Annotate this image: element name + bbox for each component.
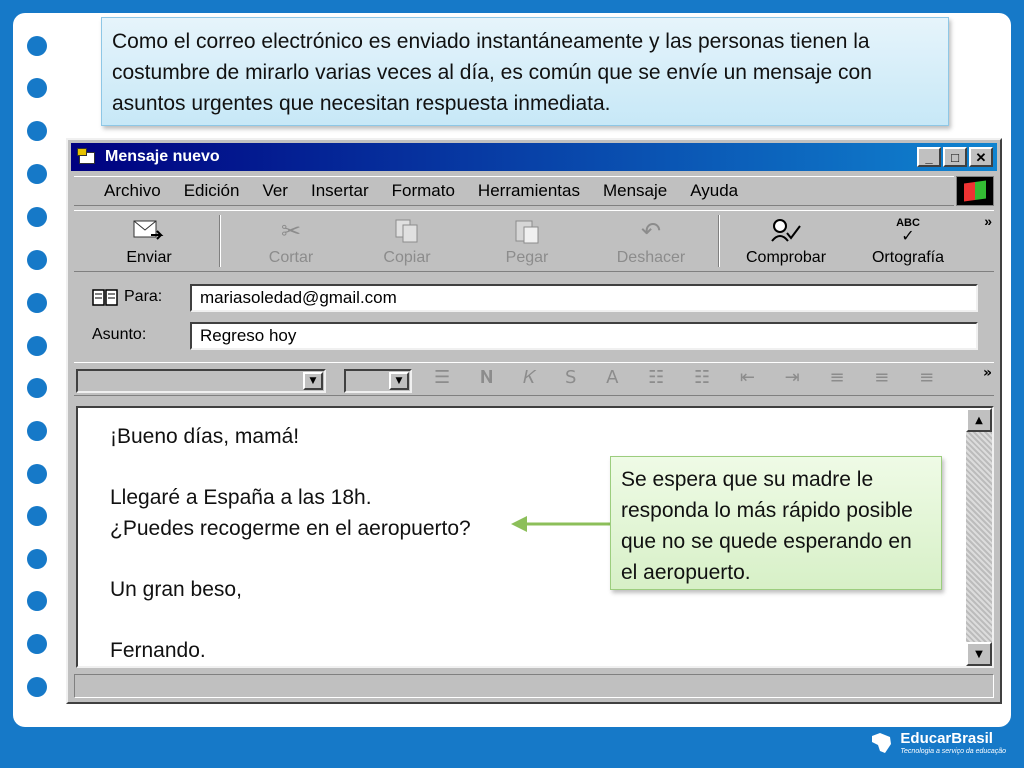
menu-insertar[interactable]: Insertar <box>311 181 369 201</box>
scissors-icon: ✂ <box>280 217 302 245</box>
spelling-label: Ortografía <box>871 249 945 266</box>
vertical-scrollbar[interactable]: ▲ ▼ <box>966 408 992 666</box>
window-controls: _ □ ✕ <box>917 147 993 167</box>
dot <box>27 207 47 227</box>
menu-edicion[interactable]: Edición <box>184 181 240 201</box>
main-toolbar: Enviar ✂ Cortar Copiar Pegar ↶ Deshacer <box>74 210 994 272</box>
dot <box>27 78 47 98</box>
dot <box>27 634 47 654</box>
title-bar[interactable]: Mensaje nuevo _ □ ✕ <box>71 143 997 171</box>
message-greeting: ¡Bueno días, mamá! <box>110 425 300 448</box>
toolbar-separator <box>219 215 221 267</box>
status-bar <box>74 674 994 698</box>
brand-name: EducarBrasil <box>900 729 993 747</box>
dot <box>27 293 47 313</box>
undo-label: Deshacer <box>616 249 686 266</box>
spellcheck-icon: ABC ✓ <box>896 217 920 245</box>
menu-archivo[interactable]: Archivo <box>104 181 161 201</box>
spelling-button[interactable]: ABC ✓ Ortografía <box>860 215 956 267</box>
message-line-2: ¿Puedes recogerme en el aeropuerto? <box>110 516 471 540</box>
check-names-icon <box>766 215 806 247</box>
dot <box>27 464 47 484</box>
menu-ver[interactable]: Ver <box>262 181 288 201</box>
menu-formato[interactable]: Formato <box>392 181 455 201</box>
check-names-button[interactable]: Comprobar <box>738 215 834 267</box>
send-label: Enviar <box>126 249 172 266</box>
to-label-group[interactable]: Para: <box>92 288 162 306</box>
cut-label: Cortar <box>268 249 314 266</box>
maximize-button[interactable]: □ <box>943 147 967 167</box>
message-line-1: Llegaré a España a las 18h. <box>110 486 372 509</box>
window-title: Mensaje nuevo <box>105 148 220 165</box>
send-icon <box>129 215 169 247</box>
message-text: ¡Bueno días, mamá! Llegaré a España a la… <box>110 422 471 666</box>
new-message-icon <box>77 148 97 166</box>
check-names-label: Comprobar <box>745 249 827 266</box>
minimize-button[interactable]: _ <box>917 147 941 167</box>
dot <box>27 549 47 569</box>
menu-mensaje[interactable]: Mensaje <box>603 181 667 201</box>
close-button[interactable]: ✕ <box>969 147 993 167</box>
notebook-dots <box>0 0 60 768</box>
paste-button[interactable]: Pegar <box>492 215 562 267</box>
menu-herramientas[interactable]: Herramientas <box>478 181 580 201</box>
side-note-callout: Se espera que su madre le responda lo má… <box>610 456 942 590</box>
chevron-down-icon: ▼ <box>303 372 323 390</box>
copy-label: Copiar <box>383 249 431 266</box>
to-label: Para: <box>124 288 163 305</box>
dot <box>27 121 47 141</box>
dot <box>27 36 47 56</box>
format-more-button[interactable]: » <box>983 365 992 381</box>
subject-label: Asunto: <box>92 326 147 343</box>
new-message-window: Mensaje nuevo _ □ ✕ Archivo Edición Ver … <box>66 138 1002 704</box>
dot <box>27 421 47 441</box>
copy-icon <box>387 215 427 247</box>
paste-label: Pegar <box>505 249 549 266</box>
paste-icon <box>507 215 547 247</box>
to-field[interactable]: mariasoledad@gmail.com <box>190 284 978 312</box>
subject-field[interactable]: Regreso hoy <box>190 322 978 350</box>
menu-ayuda[interactable]: Ayuda <box>690 181 738 201</box>
dot <box>27 506 47 526</box>
windows-logo-icon <box>956 176 994 206</box>
send-button[interactable]: Enviar <box>114 215 184 267</box>
chevron-down-icon: ▼ <box>389 372 409 390</box>
font-select[interactable]: ▼ <box>76 369 326 393</box>
dot <box>27 677 47 697</box>
dot <box>27 336 47 356</box>
menu-bar: Archivo Edición Ver Insertar Formato Her… <box>74 176 954 206</box>
scroll-up-icon[interactable]: ▲ <box>966 408 992 432</box>
toolbar-more-button[interactable]: » <box>984 213 992 229</box>
dot <box>27 164 47 184</box>
brand-tagline: Tecnologia a serviço da educação <box>900 747 1006 755</box>
dot <box>27 591 47 611</box>
brand-map-icon <box>872 733 892 753</box>
dot <box>27 378 47 398</box>
undo-icon: ↶ <box>640 217 662 245</box>
brand-logo: EducarBrasil Tecnologia a serviço da edu… <box>868 730 1006 756</box>
format-toolbar: ▼ ▼ ☰ 𝐍 𝐾 S A ☷ ☷ ⇤ ⇥ ≡ ≡ ≡ » <box>74 362 994 396</box>
address-book-icon <box>92 289 118 306</box>
undo-button[interactable]: ↶ Deshacer <box>606 215 696 267</box>
format-icons[interactable]: ☰ 𝐍 𝐾 S A ☷ ☷ ⇤ ⇥ ≡ ≡ ≡ <box>434 367 946 388</box>
cut-button[interactable]: ✂ Cortar <box>256 215 326 267</box>
scroll-down-icon[interactable]: ▼ <box>966 642 992 666</box>
toolbar-separator <box>718 215 720 267</box>
message-closing: Un gran beso, <box>110 577 242 601</box>
arrow-icon <box>511 516 611 532</box>
intro-callout: Como el correo electrónico es enviado in… <box>101 17 949 126</box>
font-size-select[interactable]: ▼ <box>344 369 412 393</box>
copy-button[interactable]: Copiar <box>372 215 442 267</box>
dot <box>27 250 47 270</box>
message-signature: Fernando. <box>110 638 206 662</box>
